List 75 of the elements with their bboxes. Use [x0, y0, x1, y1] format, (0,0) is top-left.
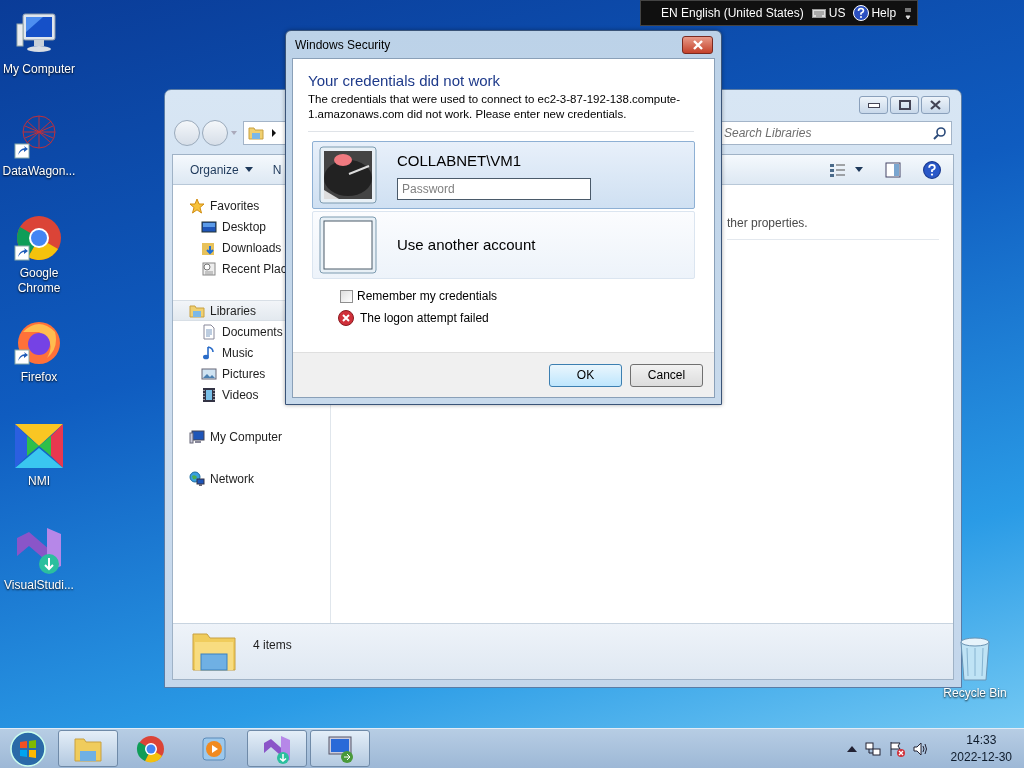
remember-checkbox[interactable]: Remember my credentials — [340, 287, 699, 305]
error-message: The logon attempt failed — [360, 310, 489, 327]
view-list-icon — [829, 161, 847, 178]
star-icon — [189, 197, 205, 214]
desktop-icon-label: Firefox — [19, 370, 59, 385]
taskbar-button[interactable] — [247, 730, 307, 767]
toolbar-button[interactable]: N — [269, 157, 285, 182]
account-tile[interactable]: Use another account — [312, 211, 695, 279]
nav-item[interactable]: Pictures — [173, 363, 330, 384]
nav-item[interactable]: My Computer — [173, 426, 330, 447]
desktop-icon-label: DataWagon... — [1, 164, 77, 179]
preview-pane-icon — [885, 161, 901, 178]
computer-icon — [189, 428, 205, 445]
chevron-right-icon[interactable] — [271, 129, 277, 137]
globe-computer-icon — [189, 470, 205, 487]
blank-account-icon — [319, 216, 377, 274]
maximize-icon — [898, 100, 911, 110]
recent-places-icon — [201, 260, 217, 277]
minimize-button[interactable] — [859, 96, 888, 114]
checkbox[interactable] — [340, 289, 353, 303]
music-note-icon — [201, 344, 217, 361]
desktop-icon-label: My Computer — [2, 62, 76, 77]
language-button[interactable]: EN English (United States) — [661, 4, 804, 22]
keyboard-icon — [811, 8, 826, 18]
dialog-message: The credentials that were used to connect to ec2-3-87-192-138.compute-1.amazonaws.com did not work. Please enter new credentials. — [308, 92, 682, 122]
desktop-icon-label: NMI — [27, 474, 51, 489]
nav-item[interactable]: Music — [173, 342, 330, 363]
caret-icon — [244, 167, 253, 172]
library-description: ther properties. — [727, 214, 939, 240]
options-icon[interactable] — [904, 5, 913, 21]
nav-item[interactable]: Videos — [173, 384, 330, 405]
up-arrow-icon[interactable] — [846, 744, 857, 753]
speaker-icon[interactable] — [912, 740, 929, 757]
account-tile[interactable]: COLLABNET\VM1 Password — [312, 141, 695, 209]
library-folder-icon — [189, 302, 205, 319]
nav-item[interactable]: Documents — [173, 321, 330, 342]
search-placeholder: Search Libraries — [724, 125, 812, 142]
caret-icon — [855, 167, 863, 172]
picture-icon — [201, 365, 217, 382]
minimize-icon — [867, 102, 880, 108]
help-icon — [923, 160, 941, 179]
flag-alert-icon[interactable] — [888, 740, 905, 757]
search-icon — [933, 126, 947, 140]
x-shape-logo-icon[interactable] — [13, 422, 65, 470]
password-field[interactable]: Password — [397, 178, 591, 201]
library-folder-icon — [247, 125, 265, 141]
item-count: 4 items — [253, 637, 292, 654]
network-icon[interactable] — [864, 740, 881, 757]
desktop-icon-label: VisualStudi... — [3, 578, 75, 593]
taskbar-button[interactable] — [58, 730, 118, 767]
document-icon — [201, 323, 217, 340]
dialog-title: Windows Security — [295, 36, 391, 54]
film-strip-icon — [201, 386, 217, 403]
nav-item[interactable]: Network — [173, 468, 330, 489]
dialog-heading: Your credentials did not work — [308, 71, 502, 91]
close-icon — [691, 39, 704, 50]
desktop-icon-label: Recycle Bin — [942, 686, 1008, 701]
ok-button[interactable]: OK — [549, 363, 622, 387]
close-button[interactable] — [682, 35, 713, 54]
close-button[interactable] — [921, 96, 950, 114]
toolbar-button[interactable]: Organize — [187, 157, 256, 182]
user-picture-icon — [319, 146, 377, 204]
error-icon — [338, 310, 354, 326]
help-icon — [853, 5, 870, 21]
desktop-icon-label: Google Chrome — [16, 266, 62, 296]
taskbar-button[interactable] — [310, 730, 370, 767]
cancel-button[interactable]: Cancel — [630, 363, 703, 387]
maximize-button[interactable] — [890, 96, 919, 114]
search-field[interactable]: Search Libraries — [720, 121, 952, 145]
start-orb-icon[interactable] — [8, 728, 48, 768]
help-button[interactable]: Help — [871, 4, 897, 22]
monitor-icon — [201, 218, 217, 235]
close-icon — [930, 100, 941, 110]
keyboard-layout-button[interactable]: US — [828, 4, 846, 22]
clock[interactable]: 14:33 2022-12-30 — [950, 731, 1012, 766]
